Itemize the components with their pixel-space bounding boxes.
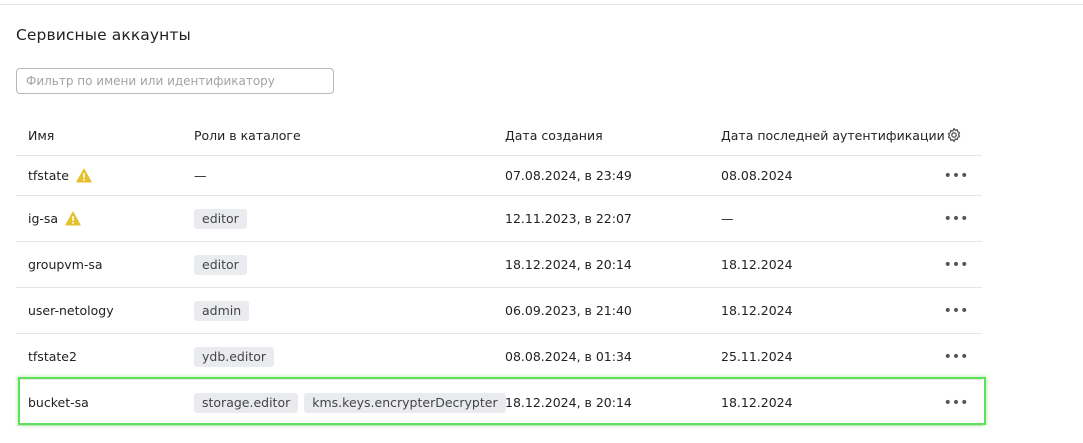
table-row[interactable]: groupvm-sa editor 18.12.2024, в 20:14 18.12… xyxy=(16,242,982,288)
account-name-link[interactable]: groupvm-sa xyxy=(28,257,103,272)
table-row[interactable]: tfstate2 ydb.editor 08.08.2024, в 01:34 25.… xyxy=(16,334,982,380)
service-accounts-page: Сервисные аккаунты Имя Роли в каталоге Д… xyxy=(0,0,1083,443)
account-name-cell: groupvm-sa xyxy=(28,242,103,287)
roles-cell: — xyxy=(194,156,207,195)
more-horizontal-icon[interactable]: ••• xyxy=(944,350,969,364)
last-auth-cell: 18.12.2024 xyxy=(721,257,793,272)
account-name-link[interactable]: bucket-sa xyxy=(28,395,89,410)
gear-icon[interactable] xyxy=(946,115,962,155)
account-name-cell: tfstate xyxy=(28,156,92,195)
table-row[interactable]: ig-sa editor 12.11.2023, в 22:07 — ••• xyxy=(16,196,982,242)
created-date-cell: 18.12.2024, в 20:14 xyxy=(505,257,632,272)
roles-cell: editor xyxy=(194,242,253,287)
top-divider xyxy=(0,4,1083,5)
filter-input[interactable] xyxy=(16,68,334,94)
created-date-cell: 18.12.2024, в 20:14 xyxy=(505,395,632,410)
more-horizontal-icon[interactable]: ••• xyxy=(944,212,969,226)
created-date-cell: 07.08.2024, в 23:49 xyxy=(505,168,632,183)
row-menu-cell: ••• xyxy=(944,334,969,379)
role-badge: admin xyxy=(194,300,250,321)
role-badge: kms.keys.encrypterDecrypter xyxy=(304,392,506,413)
table-header: Имя Роли в каталоге Дата создания Дата п… xyxy=(16,115,982,156)
role-badge: editor xyxy=(194,254,247,275)
account-name-cell: ig-sa xyxy=(28,196,81,241)
roles-cell: admin xyxy=(194,288,255,333)
row-menu-cell: ••• xyxy=(944,156,969,195)
warning-icon[interactable] xyxy=(76,168,92,183)
account-name-link[interactable]: user-netology xyxy=(28,303,114,318)
roles-empty: — xyxy=(194,168,207,183)
role-badge: storage.editor xyxy=(194,392,299,413)
last-auth-cell: — xyxy=(721,211,734,226)
column-header-roles: Роли в каталоге xyxy=(194,127,301,143)
service-accounts-table: Имя Роли в каталоге Дата создания Дата п… xyxy=(16,115,982,426)
account-name-cell: user-netology xyxy=(28,288,114,333)
account-name-cell: tfstate2 xyxy=(28,334,77,379)
role-badge: editor xyxy=(194,208,247,229)
last-auth-cell: 18.12.2024 xyxy=(721,303,793,318)
more-horizontal-icon[interactable]: ••• xyxy=(944,396,969,410)
account-name-link[interactable]: ig-sa xyxy=(28,211,58,226)
table-row[interactable]: user-netology admin 06.09.2023, в 21:40 18.… xyxy=(16,288,982,334)
created-date-cell: 06.09.2023, в 21:40 xyxy=(505,303,632,318)
warning-icon[interactable] xyxy=(65,211,81,226)
row-menu-cell: ••• xyxy=(944,196,969,241)
last-auth-cell: 25.11.2024 xyxy=(721,349,793,364)
more-horizontal-icon[interactable]: ••• xyxy=(944,258,969,272)
roles-cell: storage.editor kms.keys.encrypterDecrypte… xyxy=(194,380,512,425)
more-horizontal-icon[interactable]: ••• xyxy=(944,169,969,183)
column-header-created[interactable]: Дата создания xyxy=(505,115,603,155)
account-name-link[interactable]: tfstate xyxy=(28,168,69,183)
column-header-name[interactable]: Имя xyxy=(28,115,54,155)
created-date-cell: 12.11.2023, в 22:07 xyxy=(505,211,632,226)
row-menu-cell: ••• xyxy=(944,242,969,287)
row-menu-cell: ••• xyxy=(944,288,969,333)
roles-cell: ydb.editor xyxy=(194,334,280,379)
roles-cell: editor xyxy=(194,196,253,241)
account-name-link[interactable]: tfstate2 xyxy=(28,349,77,364)
more-horizontal-icon[interactable]: ••• xyxy=(944,304,969,318)
row-menu-cell: ••• xyxy=(944,380,969,425)
page-title: Сервисные аккаунты xyxy=(16,26,191,44)
last-auth-cell: 18.12.2024 xyxy=(721,395,793,410)
role-badge: ydb.editor xyxy=(194,346,275,367)
table-row[interactable]: bucket-sa storage.editor kms.keys.encrypte… xyxy=(16,380,982,426)
table-row[interactable]: tfstate — 07.08.2024, в 23:49 08.08.2024 ••• xyxy=(16,156,982,196)
account-name-cell: bucket-sa xyxy=(28,380,89,425)
column-header-last-auth[interactable]: Дата последней аутентификации xyxy=(721,115,945,155)
created-date-cell: 08.08.2024, в 01:34 xyxy=(505,349,632,364)
last-auth-cell: 08.08.2024 xyxy=(721,168,793,183)
